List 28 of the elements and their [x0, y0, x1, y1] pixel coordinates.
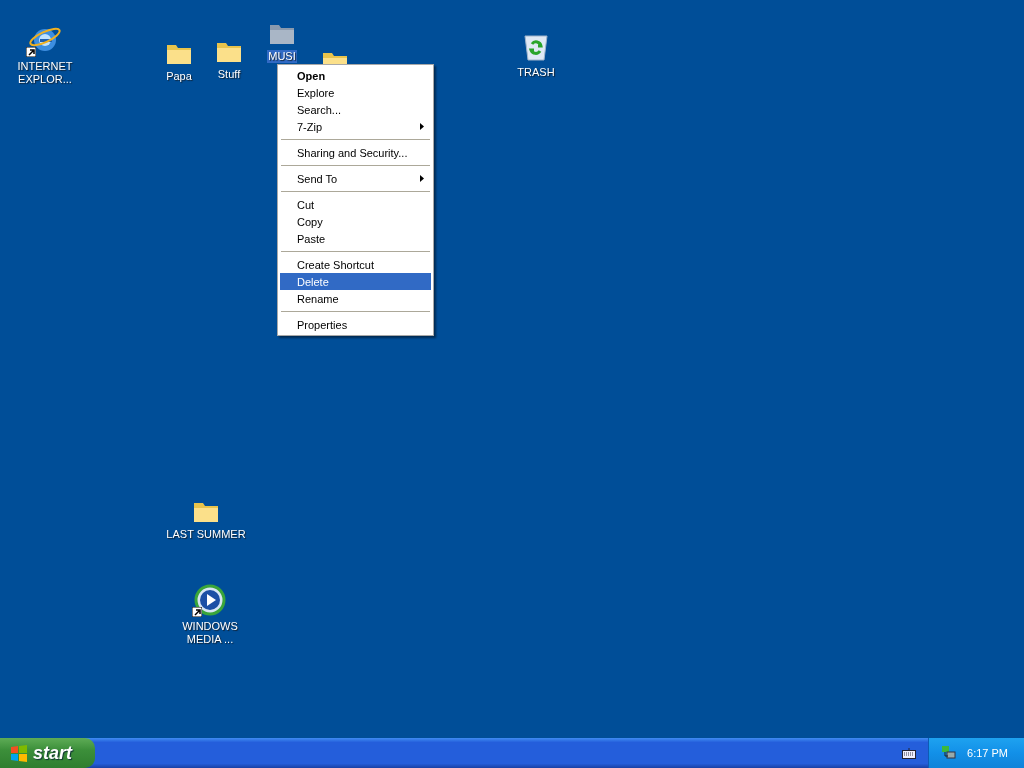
menu-item[interactable]: Rename [280, 290, 431, 307]
menu-item[interactable]: Open [280, 67, 431, 84]
menu-item[interactable]: Search... [280, 101, 431, 118]
icon-label[interactable]: Papa [165, 70, 193, 83]
menu-item[interactable]: Create Shortcut [280, 256, 431, 273]
menu-item[interactable]: Properties [280, 316, 431, 333]
shortcut-arrow-icon [26, 47, 36, 57]
icon-label[interactable]: MUSI [267, 50, 297, 63]
menu-item[interactable]: Send To [280, 170, 431, 187]
start-button[interactable]: start [0, 738, 95, 768]
menu-item[interactable]: Copy [280, 213, 431, 230]
menu-item[interactable]: Sharing and Security... [280, 144, 431, 161]
menu-item[interactable]: Cut [280, 196, 431, 213]
windows-logo-icon [10, 744, 28, 762]
recycle-bin-icon[interactable] [522, 32, 550, 62]
icon-label[interactable]: LAST SUMMER [165, 528, 247, 541]
icon-label[interactable]: Stuff [216, 68, 242, 81]
menu-item[interactable]: Paste [280, 230, 431, 247]
network-icon[interactable] [941, 745, 958, 761]
shortcut-arrow-icon [192, 607, 202, 617]
menu-item[interactable]: 7-Zip [280, 118, 431, 135]
keyboard-icon[interactable] [902, 747, 917, 759]
media-player-icon[interactable] [194, 584, 226, 616]
icon-label[interactable]: INTERNET EXPLOR... [3, 60, 87, 86]
icon-label[interactable]: WINDOWS MEDIA ... [168, 620, 252, 646]
menu-item[interactable]: Explore [280, 84, 431, 101]
icon-label[interactable]: TRASH [516, 66, 556, 79]
menu-item[interactable]: Delete [280, 273, 431, 290]
